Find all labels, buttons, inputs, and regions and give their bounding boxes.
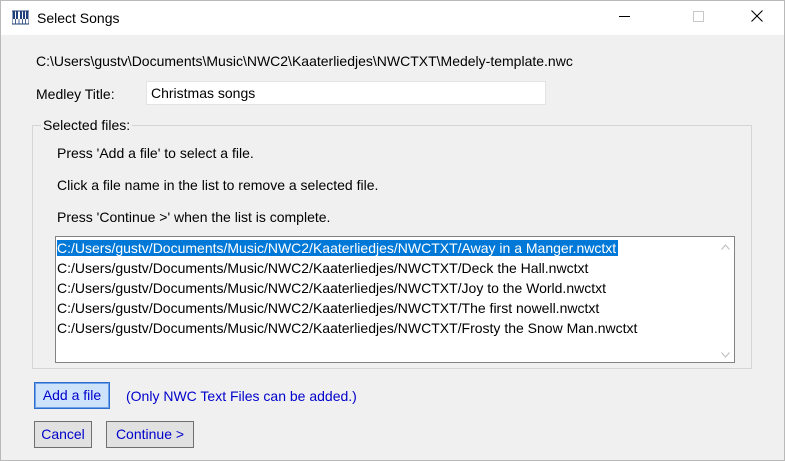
list-item[interactable]: C:/Users/gustv/Documents/Music/NWC2/Kaat… (56, 298, 716, 318)
chevron-down-icon (721, 345, 730, 363)
continue-button[interactable]: Continue > (106, 421, 194, 448)
minimize-button[interactable] (601, 1, 647, 35)
medley-title-input[interactable] (146, 81, 546, 105)
add-file-button[interactable]: Add a file (34, 382, 110, 409)
list-item[interactable]: C:/Users/gustv/Documents/Music/NWC2/Kaat… (56, 258, 716, 278)
title-bar[interactable]: Select Songs (1, 1, 784, 35)
close-button[interactable] (734, 1, 780, 35)
cancel-button[interactable]: Cancel (34, 421, 92, 448)
file-list-items: C:/Users/gustv/Documents/Music/NWC2/Kaat… (56, 238, 716, 338)
maximize-button[interactable] (675, 1, 721, 35)
select-songs-dialog: Select Songs C:\Users\gustv\Documents\Mu… (0, 0, 785, 461)
minimize-icon (618, 9, 630, 27)
scroll-down-button[interactable] (717, 345, 734, 362)
piano-keys-icon (11, 10, 30, 25)
scroll-up-button[interactable] (717, 237, 734, 254)
list-item[interactable]: C:/Users/gustv/Documents/Music/NWC2/Kaat… (56, 238, 716, 258)
list-item[interactable]: C:/Users/gustv/Documents/Music/NWC2/Kaat… (56, 318, 716, 338)
instruction-continue: Press 'Continue >' when the list is comp… (57, 209, 331, 225)
list-scrollbar[interactable] (717, 237, 734, 362)
add-file-note: (Only NWC Text Files can be added.) (126, 388, 357, 404)
maximize-icon (692, 9, 704, 27)
selected-files-label: Selected files: (41, 117, 133, 133)
instruction-remove: Click a file name in the list to remove … (57, 177, 379, 193)
chevron-up-icon (721, 237, 730, 255)
window-title: Select Songs (37, 10, 120, 26)
close-icon (751, 9, 763, 27)
instruction-add: Press 'Add a file' to select a file. (57, 145, 254, 161)
list-item[interactable]: C:/Users/gustv/Documents/Music/NWC2/Kaat… (56, 278, 716, 298)
selected-files-list[interactable]: C:/Users/gustv/Documents/Music/NWC2/Kaat… (55, 236, 735, 363)
medley-title-label: Medley Title: (36, 86, 115, 102)
template-path: C:\Users\gustv\Documents\Music\NWC2\Kaat… (36, 53, 573, 69)
